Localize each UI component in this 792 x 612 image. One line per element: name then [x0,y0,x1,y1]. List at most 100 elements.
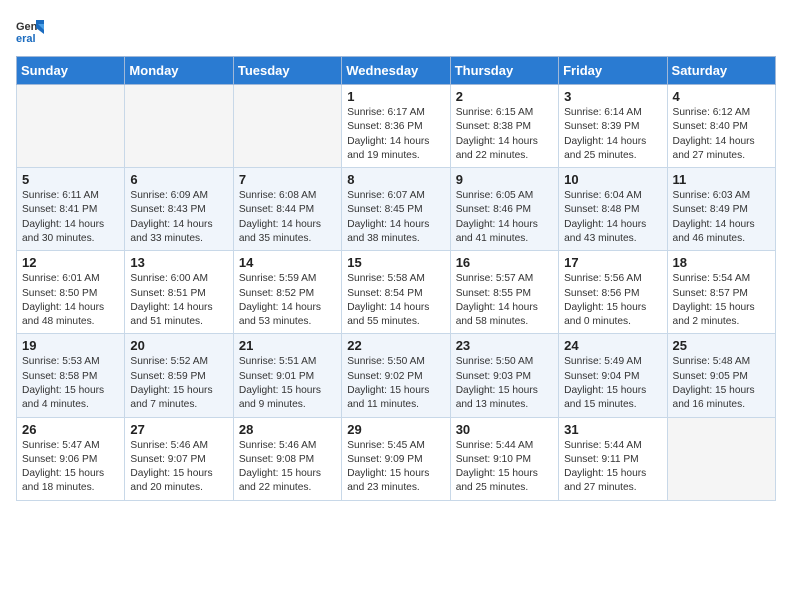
day-number: 2 [456,89,553,104]
svg-text:eral: eral [16,33,36,44]
cell-details: Sunrise: 6:01 AM Sunset: 8:50 PM Dayligh… [22,272,119,329]
cell-details: Sunrise: 5:50 AM Sunset: 9:03 PM Dayligh… [456,355,553,412]
day-number: 7 [239,172,336,187]
calendar-cell [233,85,341,168]
calendar-header-row: SundayMondayTuesdayWednesdayThursdayFrid… [17,57,776,85]
cell-details: Sunrise: 5:59 AM Sunset: 8:52 PM Dayligh… [239,272,336,329]
cell-details: Sunrise: 5:48 AM Sunset: 9:05 PM Dayligh… [673,355,770,412]
cell-details: Sunrise: 5:56 AM Sunset: 8:56 PM Dayligh… [564,272,661,329]
day-number: 4 [673,89,770,104]
logo-icon: Gen eral [16,16,44,44]
calendar-cell: 18 Sunrise: 5:54 AM Sunset: 8:57 PM Dayli… [667,251,775,334]
day-number: 24 [564,338,661,353]
cell-details: Sunrise: 5:52 AM Sunset: 8:59 PM Dayligh… [130,355,227,412]
calendar-cell: 30Sunrise: 5:44 AM Sunset: 9:10 PM Dayli… [450,417,558,500]
calendar-cell: 19 Sunrise: 5:53 AM Sunset: 8:58 PM Dayli… [17,334,125,417]
day-number: 3 [564,89,661,104]
day-number: 20 [130,338,227,353]
calendar-cell [17,85,125,168]
page-header: Gen eral [16,16,776,44]
day-number: 16 [456,255,553,270]
day-number: 22 [347,338,444,353]
cell-details: Sunrise: 5:45 AM Sunset: 9:09 PM Dayligh… [347,439,444,496]
col-header-monday: Monday [125,57,233,85]
cell-details: Sunrise: 6:04 AM Sunset: 8:48 PM Dayligh… [564,189,661,246]
cell-details: Sunrise: 5:57 AM Sunset: 8:55 PM Dayligh… [456,272,553,329]
day-number: 18 [673,255,770,270]
col-header-saturday: Saturday [667,57,775,85]
cell-details: Sunrise: 5:49 AM Sunset: 9:04 PM Dayligh… [564,355,661,412]
cell-details: Sunrise: 6:11 AM Sunset: 8:41 PM Dayligh… [22,189,119,246]
calendar-cell: 24 Sunrise: 5:49 AM Sunset: 9:04 PM Dayli… [559,334,667,417]
col-header-wednesday: Wednesday [342,57,450,85]
day-number: 12 [22,255,119,270]
day-number: 9 [456,172,553,187]
calendar-week-row: 1Sunrise: 6:17 AM Sunset: 8:36 PM Daylig… [17,85,776,168]
day-number: 15 [347,255,444,270]
calendar-week-row: 19 Sunrise: 5:53 AM Sunset: 8:58 PM Dayli… [17,334,776,417]
day-number: 5 [22,172,119,187]
calendar-cell: 20 Sunrise: 5:52 AM Sunset: 8:59 PM Dayli… [125,334,233,417]
day-number: 26 [22,422,119,437]
calendar-cell: 1Sunrise: 6:17 AM Sunset: 8:36 PM Daylig… [342,85,450,168]
calendar-cell: 27Sunrise: 5:46 AM Sunset: 9:07 PM Dayli… [125,417,233,500]
calendar-cell: 13 Sunrise: 6:00 AM Sunset: 8:51 PM Dayli… [125,251,233,334]
calendar-cell: 29 Sunrise: 5:45 AM Sunset: 9:09 PM Dayli… [342,417,450,500]
calendar-cell: 7 Sunrise: 6:08 AM Sunset: 8:44 PM Daylig… [233,168,341,251]
cell-details: Sunrise: 6:14 AM Sunset: 8:39 PM Dayligh… [564,106,661,163]
calendar-cell: 5 Sunrise: 6:11 AM Sunset: 8:41 PM Daylig… [17,168,125,251]
calendar-cell: 23 Sunrise: 5:50 AM Sunset: 9:03 PM Dayli… [450,334,558,417]
cell-details: Sunrise: 5:47 AM Sunset: 9:06 PM Dayligh… [22,439,119,496]
calendar-cell: 9Sunrise: 6:05 AM Sunset: 8:46 PM Daylig… [450,168,558,251]
day-number: 27 [130,422,227,437]
col-header-tuesday: Tuesday [233,57,341,85]
day-number: 8 [347,172,444,187]
cell-details: Sunrise: 5:51 AM Sunset: 9:01 PM Dayligh… [239,355,336,412]
cell-details: Sunrise: 6:00 AM Sunset: 8:51 PM Dayligh… [130,272,227,329]
calendar-cell: 4Sunrise: 6:12 AM Sunset: 8:40 PM Daylig… [667,85,775,168]
cell-details: Sunrise: 5:58 AM Sunset: 8:54 PM Dayligh… [347,272,444,329]
cell-details: Sunrise: 5:44 AM Sunset: 9:10 PM Dayligh… [456,439,553,496]
calendar-week-row: 26 Sunrise: 5:47 AM Sunset: 9:06 PM Dayli… [17,417,776,500]
cell-details: Sunrise: 6:07 AM Sunset: 8:45 PM Dayligh… [347,189,444,246]
calendar-cell: 21 Sunrise: 5:51 AM Sunset: 9:01 PM Dayli… [233,334,341,417]
cell-details: Sunrise: 5:46 AM Sunset: 9:08 PM Dayligh… [239,439,336,496]
calendar-cell: 3 Sunrise: 6:14 AM Sunset: 8:39 PM Daylig… [559,85,667,168]
cell-details: Sunrise: 5:50 AM Sunset: 9:02 PM Dayligh… [347,355,444,412]
calendar-cell: 28 Sunrise: 5:46 AM Sunset: 9:08 PM Dayli… [233,417,341,500]
calendar-cell: 6 Sunrise: 6:09 AM Sunset: 8:43 PM Daylig… [125,168,233,251]
cell-details: Sunrise: 5:54 AM Sunset: 8:57 PM Dayligh… [673,272,770,329]
cell-details: Sunrise: 5:53 AM Sunset: 8:58 PM Dayligh… [22,355,119,412]
calendar-cell: 2 Sunrise: 6:15 AM Sunset: 8:38 PM Daylig… [450,85,558,168]
calendar-cell: 14Sunrise: 5:59 AM Sunset: 8:52 PM Dayli… [233,251,341,334]
day-number: 31 [564,422,661,437]
calendar-cell: 31Sunrise: 5:44 AM Sunset: 9:11 PM Dayli… [559,417,667,500]
day-number: 13 [130,255,227,270]
day-number: 19 [22,338,119,353]
col-header-sunday: Sunday [17,57,125,85]
calendar-cell: 12 Sunrise: 6:01 AM Sunset: 8:50 PM Dayli… [17,251,125,334]
day-number: 23 [456,338,553,353]
calendar-cell: 16 Sunrise: 5:57 AM Sunset: 8:55 PM Dayli… [450,251,558,334]
cell-details: Sunrise: 6:09 AM Sunset: 8:43 PM Dayligh… [130,189,227,246]
day-number: 17 [564,255,661,270]
cell-details: Sunrise: 6:15 AM Sunset: 8:38 PM Dayligh… [456,106,553,163]
calendar-cell: 25 Sunrise: 5:48 AM Sunset: 9:05 PM Dayli… [667,334,775,417]
day-number: 29 [347,422,444,437]
calendar-cell: 26 Sunrise: 5:47 AM Sunset: 9:06 PM Dayli… [17,417,125,500]
calendar-cell: 11Sunrise: 6:03 AM Sunset: 8:49 PM Dayli… [667,168,775,251]
calendar-week-row: 12 Sunrise: 6:01 AM Sunset: 8:50 PM Dayli… [17,251,776,334]
cell-details: Sunrise: 6:03 AM Sunset: 8:49 PM Dayligh… [673,189,770,246]
col-header-thursday: Thursday [450,57,558,85]
day-number: 21 [239,338,336,353]
day-number: 28 [239,422,336,437]
calendar-week-row: 5 Sunrise: 6:11 AM Sunset: 8:41 PM Daylig… [17,168,776,251]
cell-details: Sunrise: 6:08 AM Sunset: 8:44 PM Dayligh… [239,189,336,246]
day-number: 6 [130,172,227,187]
calendar-cell: 10Sunrise: 6:04 AM Sunset: 8:48 PM Dayli… [559,168,667,251]
svg-text:Gen: Gen [16,21,38,33]
cell-details: Sunrise: 6:17 AM Sunset: 8:36 PM Dayligh… [347,106,444,163]
day-number: 25 [673,338,770,353]
calendar-cell: 22 Sunrise: 5:50 AM Sunset: 9:02 PM Dayli… [342,334,450,417]
calendar-table: SundayMondayTuesdayWednesdayThursdayFrid… [16,56,776,501]
